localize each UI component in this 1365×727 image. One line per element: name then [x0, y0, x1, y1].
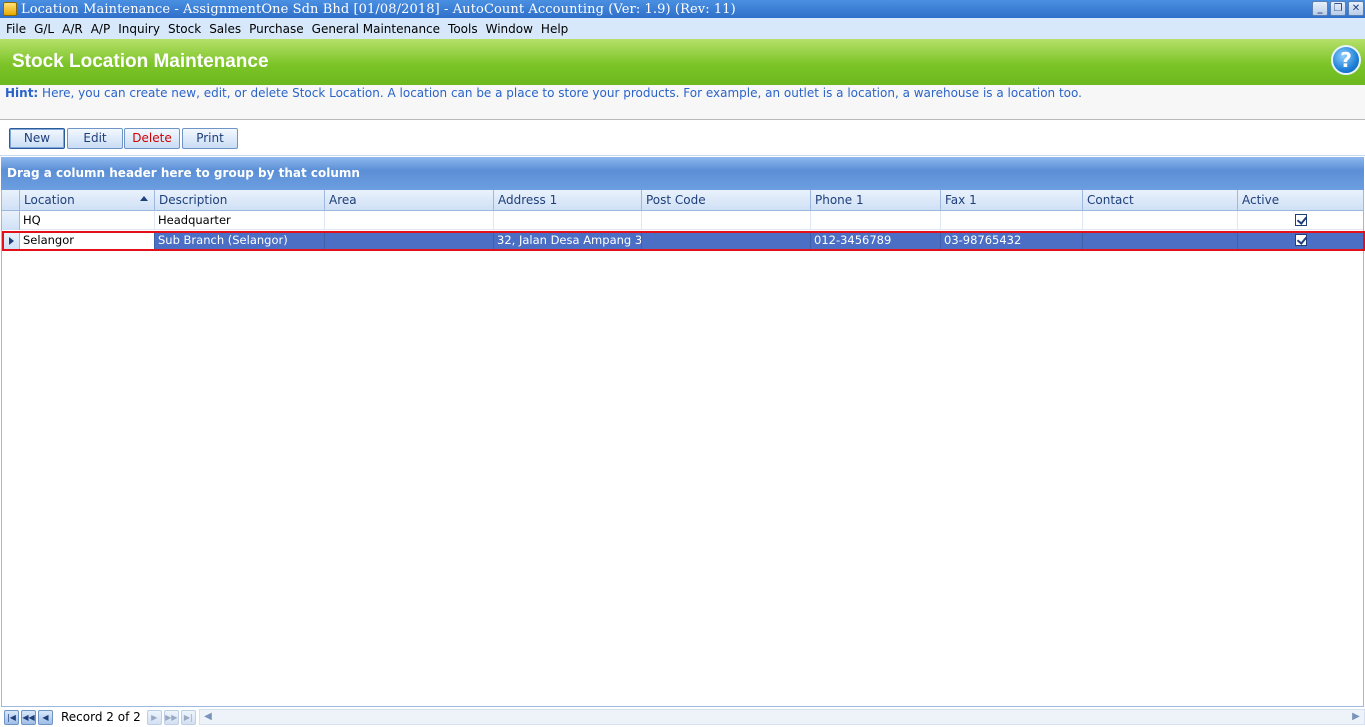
menu-general-maintenance[interactable]: General Maintenance [308, 22, 444, 36]
window-title-bar: Location Maintenance - AssignmentOne Sdn… [0, 0, 1365, 18]
app-icon [3, 2, 17, 16]
column-header-contact[interactable]: Contact [1083, 190, 1238, 211]
cell-area[interactable] [325, 211, 494, 230]
menu-window[interactable]: Window [482, 22, 537, 36]
cell-postcode[interactable] [642, 231, 811, 250]
hint-text: Here, you can create new, edit, or delet… [38, 86, 1082, 100]
previous-record-icon[interactable]: ◀ [38, 709, 53, 725]
active-checkbox[interactable] [1295, 214, 1307, 226]
active-checkbox[interactable] [1295, 234, 1307, 246]
location-grid: Location Description Area Address 1 Post… [1, 190, 1365, 707]
column-header-postcode[interactable]: Post Code [642, 190, 811, 211]
cell-description[interactable]: Headquarter [155, 211, 325, 230]
column-label: Location [24, 193, 75, 207]
column-header-active[interactable]: Active [1238, 190, 1363, 211]
cell-address1[interactable] [494, 211, 642, 230]
toolbar: New Edit Delete Print [0, 120, 1365, 156]
hint-label: Hint: [5, 86, 39, 100]
menu-stock[interactable]: Stock [164, 22, 205, 36]
column-header-phone1[interactable]: Phone 1 [811, 190, 941, 211]
menu-ap[interactable]: A/P [87, 22, 115, 36]
table-row-selected[interactable]: Selangor Sub Branch (Selangor) 32, Jalan… [2, 231, 1363, 250]
row-indicator[interactable] [2, 211, 20, 230]
next-record-icon[interactable]: ▶ [146, 709, 162, 725]
first-record-icon[interactable]: |◀ [4, 709, 19, 725]
cell-contact[interactable] [1083, 211, 1238, 230]
row-indicator[interactable] [2, 231, 20, 250]
record-navigator: |◀ ◀◀ ◀ Record 2 of 2 ▶ ▶▶ ▶| ◀ ▶ [0, 707, 1365, 727]
table-row[interactable]: HQ Headquarter [2, 211, 1363, 230]
menu-file[interactable]: File [2, 22, 30, 36]
last-record-icon[interactable]: ▶| [180, 709, 196, 725]
page-title: Stock Location Maintenance [12, 51, 269, 72]
delete-button[interactable]: Delete [124, 128, 180, 149]
current-row-arrow-icon [9, 237, 14, 245]
scroll-right-icon[interactable]: ▶ [1350, 711, 1362, 723]
window-controls: _ ❐ ✕ [1312, 1, 1364, 16]
cell-phone1[interactable] [811, 211, 941, 230]
column-header-address1[interactable]: Address 1 [494, 190, 642, 211]
cell-address1[interactable]: 32, Jalan Desa Ampang 3, [494, 231, 642, 250]
cell-fax1[interactable] [941, 211, 1083, 230]
hint-panel: Hint: Here, you can create new, edit, or… [0, 85, 1365, 120]
cell-area[interactable] [325, 231, 494, 250]
menu-bar: File G/L A/R A/P Inquiry Stock Sales Pur… [0, 18, 1365, 39]
group-by-panel[interactable]: Drag a column header here to group by th… [1, 157, 1364, 190]
menu-help[interactable]: Help [537, 22, 572, 36]
cell-location[interactable]: HQ [20, 211, 155, 230]
next-page-icon[interactable]: ▶▶ [163, 709, 179, 725]
menu-ar[interactable]: A/R [58, 22, 87, 36]
close-icon[interactable]: ✕ [1348, 1, 1364, 16]
menu-tools[interactable]: Tools [444, 22, 482, 36]
grid-header: Location Description Area Address 1 Post… [2, 190, 1363, 211]
cell-description[interactable]: Sub Branch (Selangor) [155, 231, 325, 250]
cell-active[interactable] [1238, 231, 1363, 250]
column-header-description[interactable]: Description [155, 190, 325, 211]
minimize-icon[interactable]: _ [1312, 1, 1328, 16]
horizontal-scrollbar[interactable]: ◀ ▶ [199, 709, 1365, 725]
column-header-fax1[interactable]: Fax 1 [941, 190, 1083, 211]
new-button[interactable]: New [9, 128, 65, 149]
cell-fax1[interactable]: 03-98765432 [941, 231, 1083, 250]
sort-ascending-icon [140, 196, 148, 201]
cell-active[interactable] [1238, 211, 1363, 230]
scroll-left-icon[interactable]: ◀ [202, 711, 214, 723]
edit-button[interactable]: Edit [67, 128, 123, 149]
window-title: Location Maintenance - AssignmentOne Sdn… [21, 1, 736, 17]
cell-postcode[interactable] [642, 211, 811, 230]
print-button[interactable]: Print [182, 128, 238, 149]
header-indicator [2, 190, 20, 211]
menu-gl[interactable]: G/L [30, 22, 58, 36]
previous-page-icon[interactable]: ◀◀ [21, 709, 36, 725]
help-icon[interactable]: ? [1331, 45, 1361, 75]
restore-icon[interactable]: ❐ [1330, 1, 1346, 16]
header-banner: Stock Location Maintenance ? [0, 39, 1365, 85]
menu-sales[interactable]: Sales [205, 22, 245, 36]
column-header-location[interactable]: Location [20, 190, 155, 211]
cell-location[interactable]: Selangor [20, 231, 155, 250]
cell-contact[interactable] [1083, 231, 1238, 250]
menu-purchase[interactable]: Purchase [245, 22, 308, 36]
record-counter: Record 2 of 2 [61, 710, 141, 724]
column-header-area[interactable]: Area [325, 190, 494, 211]
cell-phone1[interactable]: 012-3456789 [811, 231, 941, 250]
menu-inquiry[interactable]: Inquiry [114, 22, 164, 36]
